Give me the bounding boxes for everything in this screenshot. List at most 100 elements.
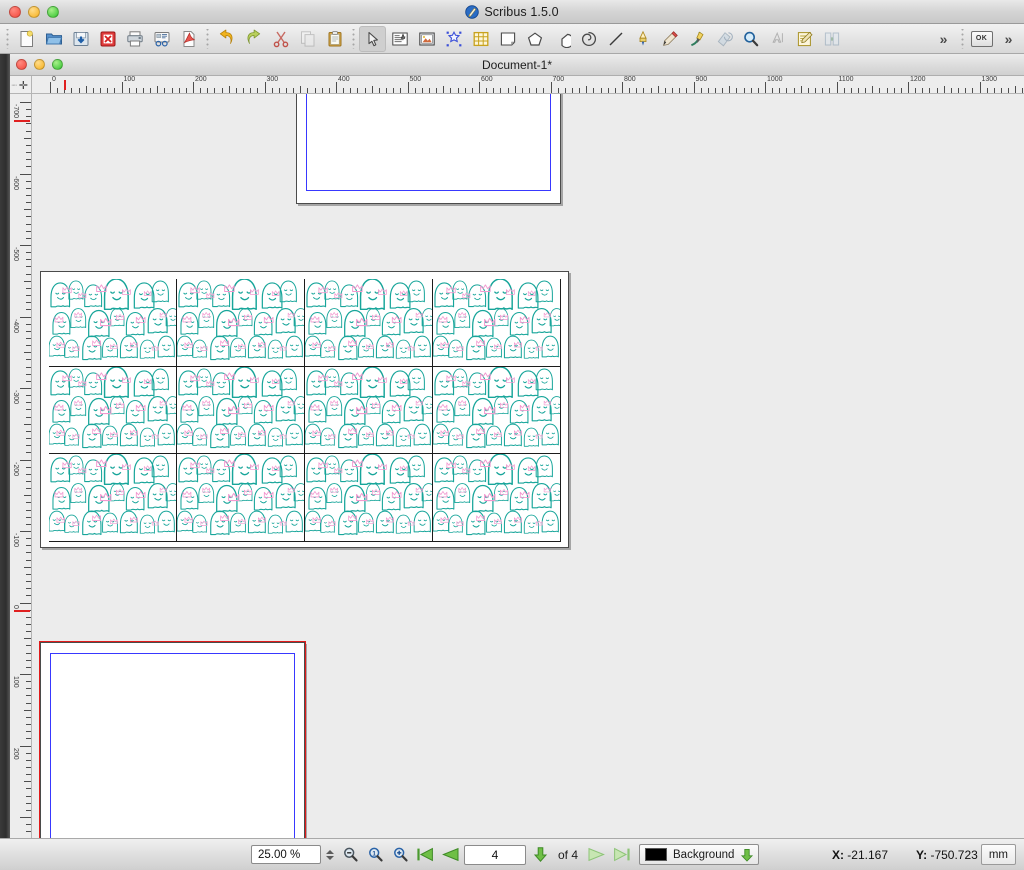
insert-line-button[interactable] [602,26,629,52]
ruler-tick [800,86,802,93]
layer-dropdown-arrow-icon[interactable] [740,848,754,862]
ruler-tick [479,82,480,93]
insert-spiral-button[interactable] [575,26,602,52]
page-bottom-selected[interactable] [40,642,305,838]
ghost-crown-doodle-pattern[interactable] [49,279,561,542]
print-button[interactable] [121,26,148,52]
page-dropdown-button[interactable] [529,844,551,866]
select-item-button[interactable] [359,25,386,52]
insert-bezier-button[interactable] [629,26,656,52]
pdf-ok-icon: OK [970,30,993,47]
ruler-origin-corner[interactable]: ···· ✛ [10,76,32,94]
pattern-tile[interactable] [49,279,177,367]
toolbar-grip-tools[interactable] [350,28,357,49]
zoom-value: 25.00 % [258,848,301,861]
page-dropdown-arrow-icon [533,847,547,862]
zoom-stepper[interactable] [324,845,336,864]
insert-calligraphic-button[interactable] [683,26,710,52]
insert-render-frame-button[interactable] [440,26,467,52]
insert-polygon-button[interactable] [521,26,548,52]
last-page-button[interactable] [610,844,632,866]
edit-contents-button[interactable] [764,26,791,52]
image-frame-icon [418,32,435,45]
page-top[interactable] [296,94,561,204]
page-pattern[interactable] [40,271,569,548]
doodle-tile-art [49,454,176,541]
rotate-item-button[interactable] [710,26,737,52]
story-editor-button[interactable] [791,26,818,52]
pattern-tile[interactable] [177,454,305,542]
insert-freehand-button[interactable] [656,26,683,52]
next-page-button[interactable] [585,844,607,866]
unit-selector[interactable]: mm [980,844,1016,865]
ruler-tick [807,88,809,93]
redo-button[interactable] [240,26,267,52]
first-page-button[interactable] [414,844,436,866]
ruler-tick [1008,88,1010,93]
ruler-tick [750,88,752,93]
pattern-tile[interactable] [305,366,433,455]
vertical-ruler[interactable]: -700 -600 -500 -400 -300 -200 -100 0 100 200 [10,94,32,838]
toolbar-grip-edit[interactable] [204,28,211,49]
insert-shape-button[interactable] [494,26,521,52]
pattern-tile[interactable] [305,279,433,367]
ruler-tick [815,88,817,93]
zoom-tool-button[interactable] [737,26,764,52]
insert-table-button[interactable] [467,26,494,52]
new-document-button[interactable] [13,26,40,52]
x-label: X: [831,847,844,862]
pattern-tile[interactable] [49,454,177,542]
open-document-button[interactable] [40,26,67,52]
pattern-tile[interactable] [305,454,433,542]
ruler-tick [436,88,438,93]
layer-color-swatch [645,848,668,861]
layer-selector[interactable]: Background [639,844,760,865]
zoom-100-button[interactable]: 1 [364,844,386,866]
zoom-out-button[interactable] [339,844,361,866]
pattern-tile[interactable] [433,279,561,367]
pattern-tile[interactable] [177,279,305,367]
insert-image-frame-button[interactable] [413,26,440,52]
horizontal-ruler[interactable]: 0 100 200 300 400 500 600 700 800 900 1000 1100 1200… [32,76,1024,94]
ruler-tick [857,88,859,93]
insert-arc-button[interactable] [548,26,575,52]
save-document-button[interactable] [67,26,94,52]
document-canvas[interactable] [32,94,1024,838]
ruler-tick [693,82,695,93]
ruler-tick [729,86,731,93]
pattern-tile[interactable] [433,454,561,542]
ruler-tick [1022,88,1024,93]
paste-button[interactable] [321,26,348,52]
undo-button[interactable] [213,26,240,52]
zoom-input[interactable]: 25.00 % [251,845,321,864]
ruler-tick [26,502,31,504]
preflight-verifier-button[interactable] [148,26,175,52]
ruler-tick [20,316,31,318]
save-as-pdf-button[interactable] [175,26,202,52]
ruler-tick [24,709,31,711]
toolbar-overflow-right-button[interactable]: » [995,26,1022,52]
previous-page-button[interactable] [439,844,461,866]
current-page-input[interactable]: 4 [464,844,526,865]
ruler-tick [543,88,545,93]
link-text-frames-button[interactable] [818,26,845,52]
ruler-tick [26,523,31,525]
toolbar-grip-file[interactable] [4,28,11,49]
copy-button[interactable] [294,26,321,52]
ruler-label: -600 [12,175,19,190]
close-document-button[interactable] [94,26,121,52]
cut-button[interactable] [267,26,294,52]
ruler-tick [26,473,31,475]
toolbar-grip-pdf[interactable] [959,28,966,49]
pdf-ok-button[interactable]: OK [968,26,995,52]
document-window-left-edge [0,54,10,838]
ruler-tick [950,88,952,93]
pattern-tile[interactable] [49,366,177,455]
pattern-tile[interactable] [177,366,305,455]
ruler-tick [26,445,31,447]
zoom-in-button[interactable] [389,844,411,866]
insert-text-frame-button[interactable] [386,26,413,52]
toolbar-overflow-left-button[interactable]: » [930,26,957,52]
pattern-tile[interactable] [433,366,561,455]
ruler-label: 900 [695,76,708,83]
